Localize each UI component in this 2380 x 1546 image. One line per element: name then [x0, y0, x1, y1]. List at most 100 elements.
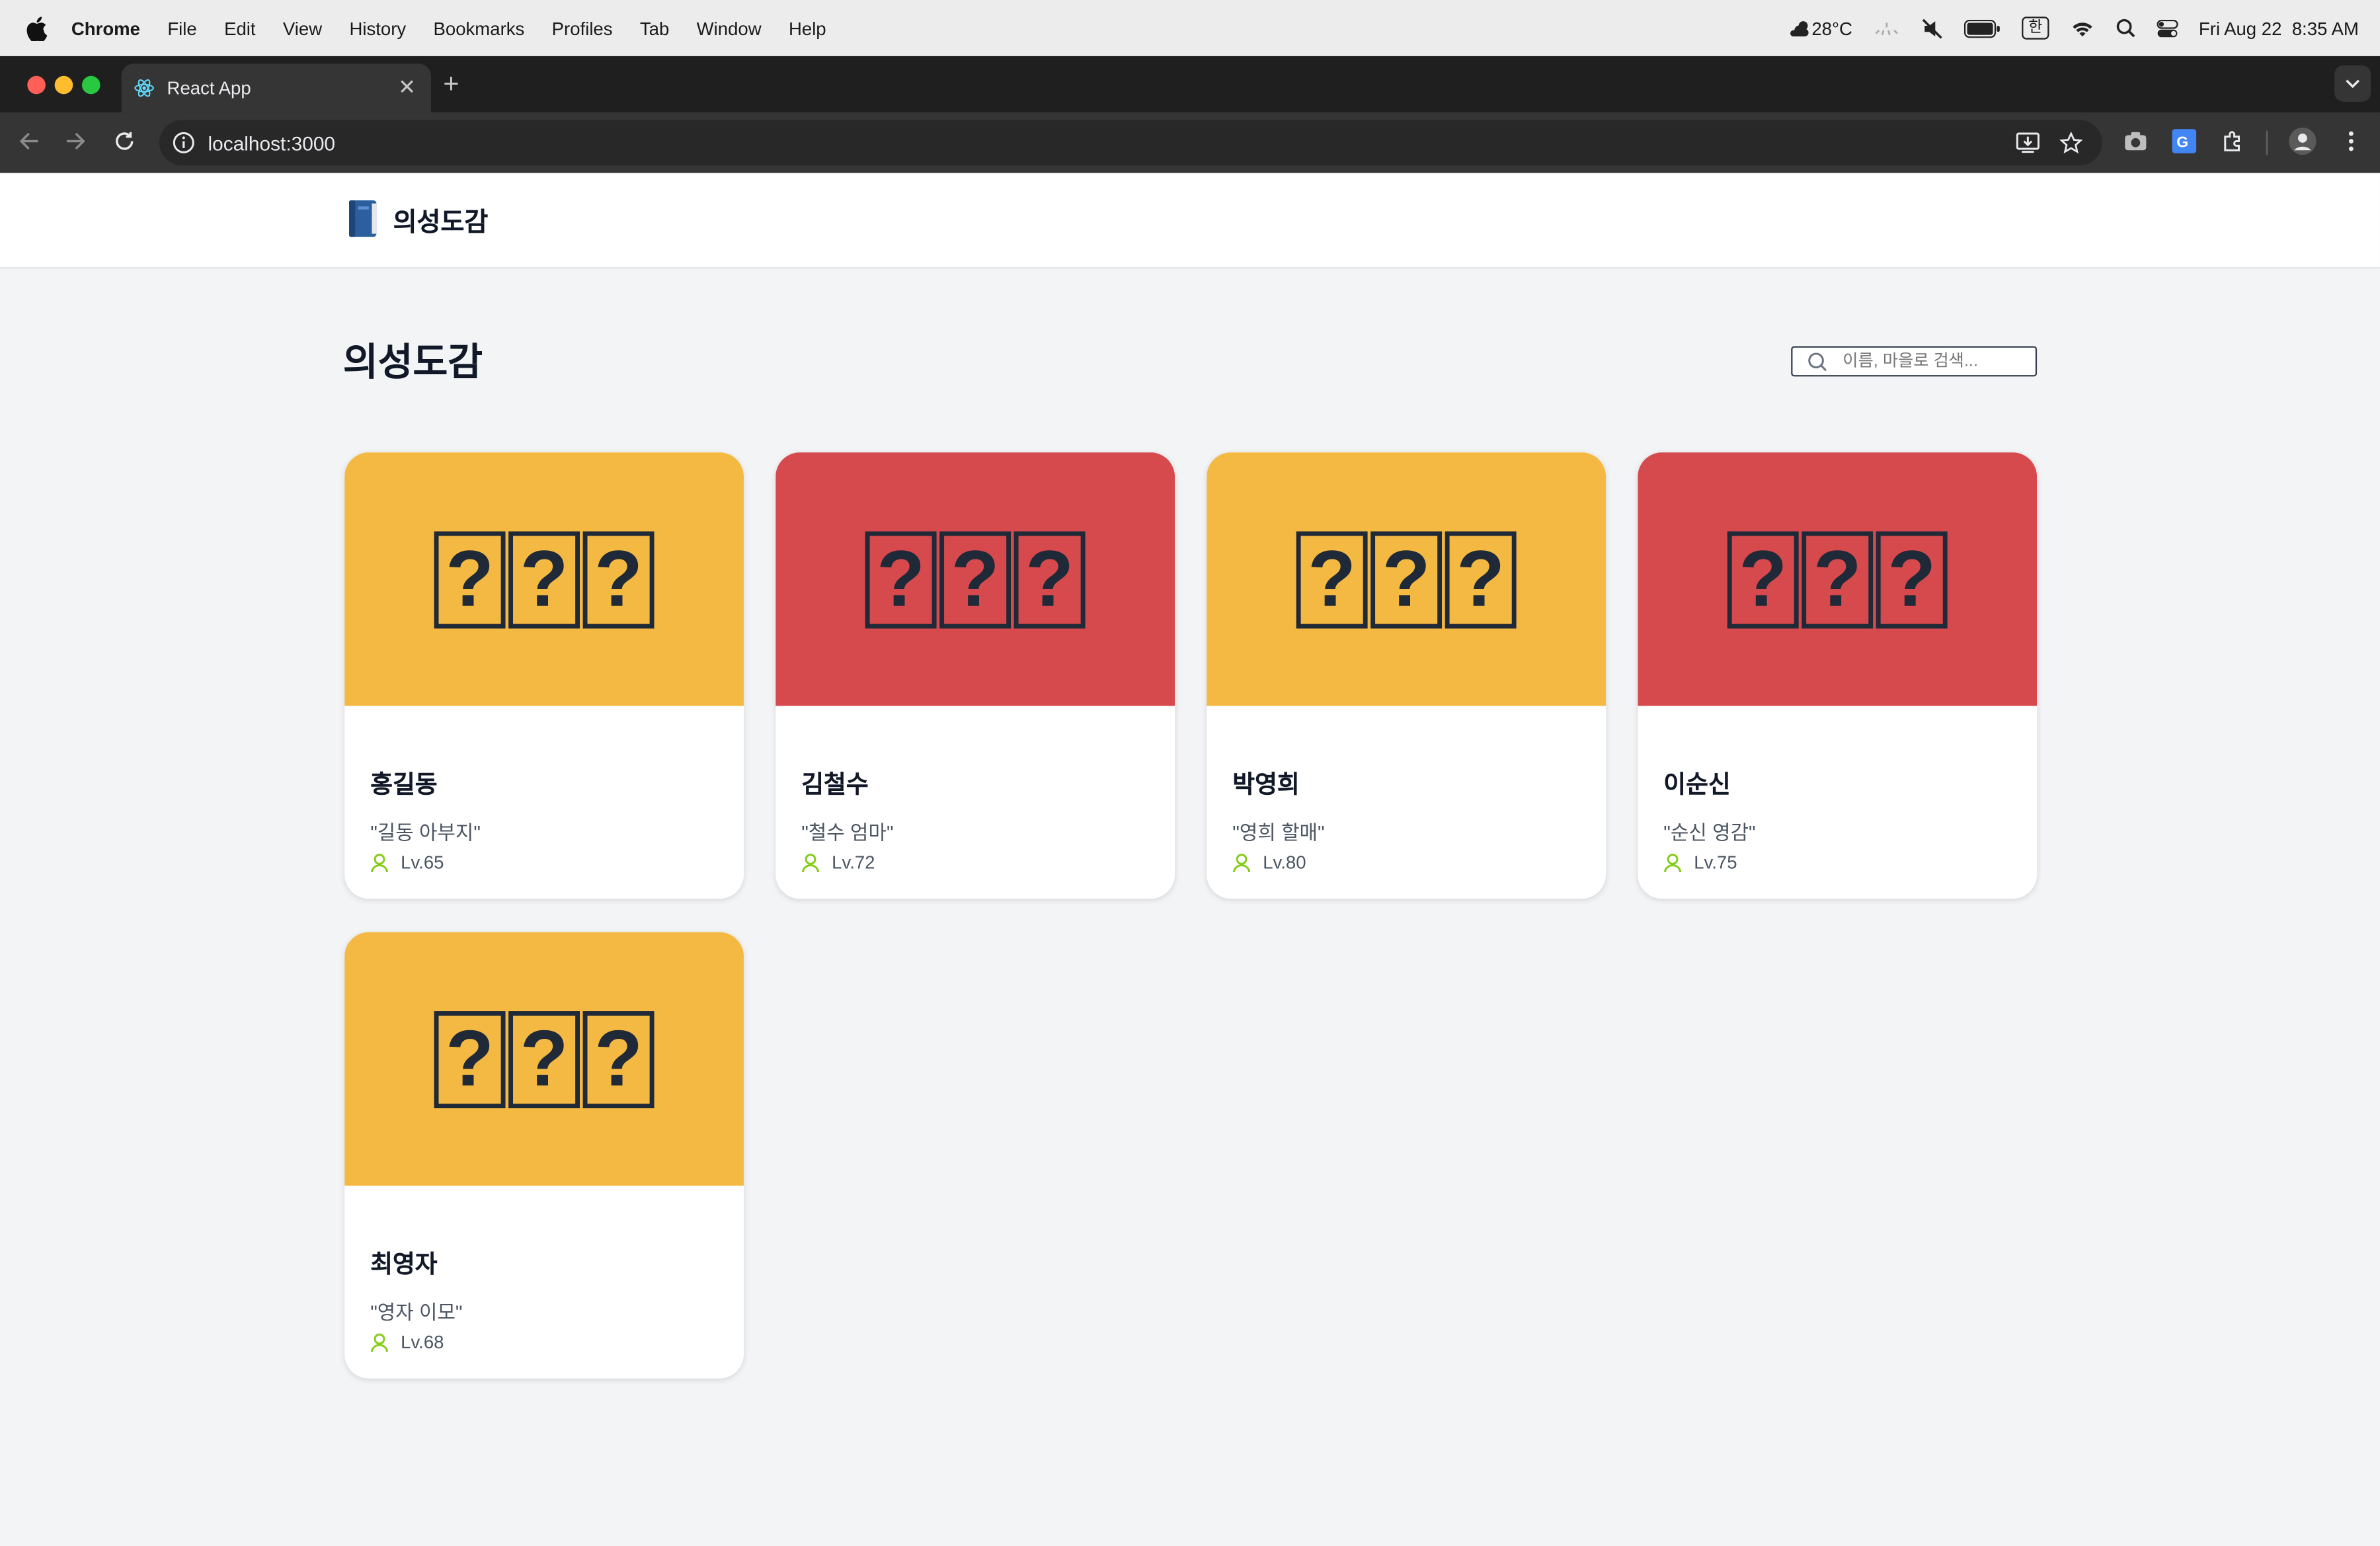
card-name: 홍길동 — [370, 772, 438, 799]
menu-tab[interactable]: Tab — [640, 17, 669, 38]
screenshot-extension-icon[interactable] — [2122, 128, 2149, 155]
card-level: Lv.68 — [370, 1332, 444, 1353]
tab-close-icon[interactable]: ✕ — [398, 76, 416, 97]
mystery-box: ? — [434, 530, 506, 628]
card-banner: ? ? ? — [344, 932, 744, 1186]
card-name: 김철수 — [801, 772, 869, 799]
extensions-puzzle-icon[interactable] — [2219, 128, 2246, 155]
character-card[interactable]: ? ? ? 이순신 "순신 영감" Lv.75 — [1638, 452, 2038, 899]
mystery-box: ? — [582, 530, 654, 628]
person-icon — [370, 1332, 389, 1352]
card-banner: ? ? ? — [1207, 452, 1606, 706]
react-logo-icon — [134, 77, 155, 99]
install-app-icon[interactable] — [2014, 129, 2042, 156]
wifi-icon[interactable] — [2070, 19, 2094, 38]
translate-extension-icon[interactable]: G — [2170, 128, 2198, 155]
card-level: Lv.80 — [1232, 852, 1306, 873]
toolbar-divider — [2266, 130, 2268, 155]
new-tab-button[interactable]: + — [443, 70, 459, 97]
tab-react-app[interactable]: React App ✕ — [121, 63, 432, 112]
menu-window[interactable]: Window — [697, 17, 762, 38]
character-card[interactable]: ? ? ? 최영자 "영자 이모" Lv.68 — [344, 932, 744, 1379]
arrow-left-icon — [19, 132, 38, 150]
browser-toolbar: localhost:3000 G — [0, 112, 2380, 173]
card-level-text: Lv.75 — [1694, 852, 1737, 874]
menu-edit[interactable]: Edit — [224, 17, 255, 38]
mystery-box: ? — [1296, 530, 1368, 628]
card-nickname: "길동 아부지" — [370, 821, 481, 844]
search-box[interactable] — [1791, 346, 2038, 377]
input-source-label: 한 — [2022, 17, 2049, 40]
weather-widget[interactable]: 28°C — [1788, 17, 1852, 39]
card-level: Lv.65 — [370, 852, 444, 873]
card-nickname: "영자 이모" — [370, 1301, 463, 1324]
partly-cloudy-icon — [1790, 20, 1808, 36]
menu-help[interactable]: Help — [789, 17, 826, 38]
menu-file[interactable]: File — [167, 17, 196, 38]
menu-chrome[interactable]: Chrome — [71, 17, 140, 38]
tab-search-button[interactable] — [2334, 65, 2371, 102]
weather-temperature: 28°C — [1811, 17, 1852, 39]
profile-avatar-icon[interactable] — [2289, 127, 2317, 155]
book-icon — [344, 199, 381, 239]
card-level-text: Lv.80 — [1263, 852, 1306, 874]
mystery-box: ? — [865, 530, 937, 628]
back-button[interactable] — [14, 126, 44, 157]
mystery-box: ? — [1013, 530, 1086, 628]
search-input[interactable] — [1843, 352, 2025, 371]
mystery-box: ? — [1727, 530, 1799, 628]
window-minimize-button[interactable] — [54, 75, 73, 95]
mystery-box: ? — [1370, 530, 1443, 628]
reload-button[interactable] — [109, 126, 139, 157]
mystery-box: ? — [1802, 530, 1874, 628]
tab-title: React App — [167, 77, 251, 99]
control-center-icon[interactable] — [2156, 19, 2178, 38]
input-source-indicator[interactable]: 한 — [2022, 17, 2049, 40]
person-icon — [1663, 852, 1682, 872]
menu-bookmarks[interactable]: Bookmarks — [434, 17, 525, 38]
mystery-box: ? — [582, 1010, 654, 1108]
card-banner: ? ? ? — [1638, 452, 2038, 706]
window-zoom-button[interactable] — [81, 75, 100, 95]
address-bar[interactable]: localhost:3000 — [159, 120, 2102, 166]
person-icon — [801, 852, 820, 872]
menubar-clock[interactable]: Fri Aug 22 8:35 AM — [2199, 17, 2359, 38]
card-name: 최영자 — [370, 1252, 438, 1279]
menu-view[interactable]: View — [283, 17, 322, 38]
browser-window-chrome: React App ✕ + localhost:3000 G — [0, 56, 2380, 173]
card-level-text: Lv.65 — [401, 852, 444, 874]
loading-spinner-icon[interactable] — [1874, 20, 1901, 36]
card-nickname: "순신 영감" — [1663, 821, 1756, 844]
card-name: 박영희 — [1232, 772, 1300, 799]
svg-text:G: G — [2176, 134, 2188, 151]
web-page: 의성도감 의성도감 ? ? ? 홍길동 "길동 아부지" Lv.65 — [0, 173, 2380, 1546]
battery-icon[interactable] — [1964, 19, 2001, 38]
bookmark-star-icon[interactable] — [2057, 129, 2084, 156]
apple-logo-icon[interactable] — [26, 16, 50, 40]
menubar-status-area: 28°C 한 Fri Aug 22 8:35 AM — [1788, 0, 2359, 56]
character-card[interactable]: ? ? ? 박영희 "영희 할매" Lv.80 — [1207, 452, 1606, 899]
character-card[interactable]: ? ? ? 홍길동 "길동 아부지" Lv.65 — [344, 452, 744, 899]
menu-profiles[interactable]: Profiles — [552, 17, 613, 38]
card-nickname: "영희 할매" — [1232, 821, 1325, 844]
card-name: 이순신 — [1663, 772, 1731, 799]
spotlight-search-icon[interactable] — [2116, 19, 2135, 38]
chevron-down-icon — [2346, 79, 2360, 89]
brand-logo[interactable]: 의성도감 — [344, 199, 488, 239]
window-close-button[interactable] — [27, 75, 46, 95]
brand-title: 의성도감 — [393, 207, 489, 237]
card-level-text: Lv.72 — [832, 852, 875, 874]
mystery-box: ? — [508, 1010, 580, 1108]
chrome-menu-icon[interactable] — [2338, 128, 2365, 155]
site-info-icon[interactable] — [171, 130, 196, 155]
mystery-box: ? — [1876, 530, 1948, 628]
card-banner: ? ? ? — [344, 452, 744, 706]
mystery-box: ? — [434, 1010, 506, 1108]
arrow-right-icon — [67, 132, 85, 150]
mute-icon[interactable] — [1923, 17, 1944, 38]
forward-button[interactable] — [61, 126, 91, 157]
character-card[interactable]: ? ? ? 김철수 "철수 엄마" Lv.72 — [775, 452, 1175, 899]
menu-history[interactable]: History — [349, 17, 406, 38]
mystery-box: ? — [939, 530, 1012, 628]
person-icon — [370, 852, 389, 872]
